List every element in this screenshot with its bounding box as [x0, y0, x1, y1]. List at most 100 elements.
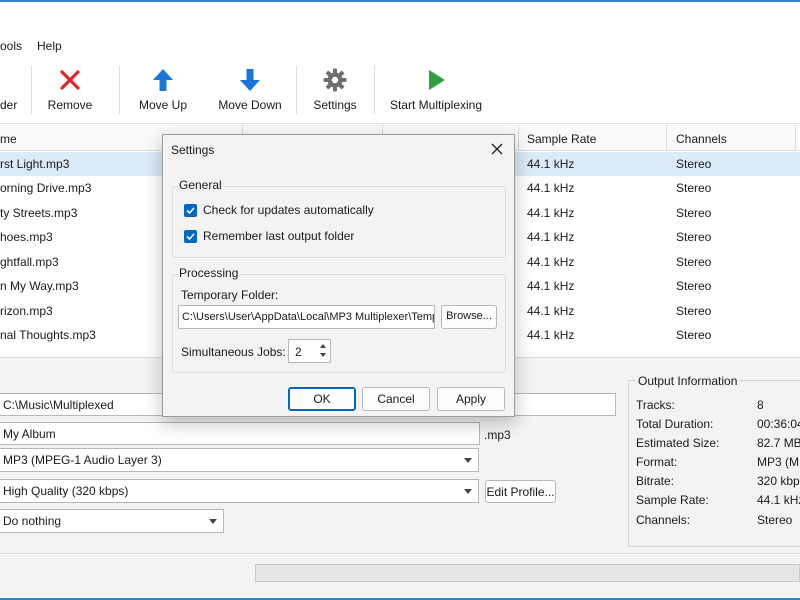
play-icon [429, 70, 445, 90]
edit-profile-button[interactable]: Edit Profile... [485, 480, 556, 503]
general-group-title: General [178, 178, 223, 192]
title-bar [0, 2, 800, 32]
settings-dialog: Settings General Check for updates autom… [162, 134, 515, 417]
menu-help[interactable]: Help [37, 39, 62, 53]
info-bitrate-label: Bitrate: [636, 474, 675, 488]
arrow-up-icon [153, 69, 173, 91]
info-sample-rate-label: Sample Rate: [636, 493, 709, 507]
toolbar-separator [374, 66, 375, 114]
move-down-button[interactable]: Move Down [214, 58, 286, 124]
gear-icon [323, 68, 347, 92]
info-sample-rate-value: 44.1 kHz [757, 493, 800, 507]
temp-folder-value: C:\Users\User\AppData\Local\MP3 Multiple… [182, 311, 435, 323]
track-sample-rate: 44.1 kHz [527, 328, 575, 342]
checkmark-icon [186, 207, 195, 215]
start-multiplexing-label: Start Multiplexing [389, 98, 483, 112]
info-tracks-value: 8 [757, 398, 764, 412]
move-up-button[interactable]: Move Up [132, 58, 194, 124]
jobs-label: Simultaneous Jobs: [181, 345, 286, 359]
checkmark-icon [186, 233, 195, 241]
settings-label: Settings [313, 98, 357, 112]
track-sample-rate: 44.1 kHz [527, 255, 575, 269]
temp-folder-label: Temporary Folder: [181, 288, 279, 302]
chevron-down-icon [464, 458, 472, 463]
remember-folder-checkbox[interactable] [184, 230, 197, 243]
track-channels: Stereo [676, 157, 712, 171]
track-sample-rate: 44.1 kHz [527, 304, 575, 318]
progress-bar [255, 564, 800, 582]
toolbar-separator [296, 66, 297, 114]
info-duration-label: Total Duration: [636, 417, 714, 431]
quality-dropdown[interactable]: High Quality (320 kbps) [0, 479, 479, 503]
track-channels: Stereo [676, 181, 712, 195]
info-bitrate-value: 320 kbps [757, 474, 800, 488]
remember-folder-label[interactable]: Remember last output folder [203, 229, 354, 243]
output-info-title: Output Information [636, 374, 740, 388]
output-filename-value: My Album [3, 427, 56, 441]
status-bar [0, 553, 800, 598]
track-name: ghtfall.mp3 [0, 255, 59, 269]
track-name: rst Light.mp3 [0, 157, 70, 171]
column-divider[interactable] [795, 125, 796, 151]
quality-dropdown-value: High Quality (320 kbps) [3, 484, 129, 498]
apply-button[interactable]: Apply [437, 387, 505, 411]
info-channels-label: Channels: [636, 513, 691, 527]
track-sample-rate: 44.1 kHz [527, 206, 575, 220]
track-name: n My Way.mp3 [0, 279, 79, 293]
file-extension-label: .mp3 [484, 428, 511, 442]
info-format-label: Format: [636, 455, 678, 469]
check-updates-label[interactable]: Check for updates automatically [203, 203, 374, 217]
temp-folder-input[interactable]: C:\Users\User\AppData\Local\MP3 Multiple… [178, 305, 435, 329]
general-group [172, 186, 506, 258]
track-channels: Stereo [676, 230, 712, 244]
after-conversion-dropdown[interactable]: Do nothing [0, 509, 224, 533]
remove-x-icon [60, 70, 80, 90]
column-channels-header[interactable]: Channels [676, 132, 727, 146]
track-channels: Stereo [676, 255, 712, 269]
ok-button[interactable]: OK [288, 387, 356, 411]
track-name: ty Streets.mp3 [0, 206, 78, 220]
close-icon[interactable] [489, 141, 505, 157]
cancel-button[interactable]: Cancel [362, 387, 430, 411]
track-sample-rate: 44.1 kHz [527, 157, 575, 171]
arrow-down-icon [240, 69, 260, 91]
spin-down-icon[interactable] [320, 353, 326, 357]
info-tracks-label: Tracks: [636, 398, 675, 412]
spin-up-icon[interactable] [320, 344, 326, 348]
remove-label: Remove [47, 98, 93, 112]
format-dropdown[interactable]: MP3 (MPEG-1 Audio Layer 3) [0, 448, 479, 472]
output-folder-value: C:\Music\Multiplexed [3, 398, 114, 412]
track-channels: Stereo [676, 206, 712, 220]
track-name: rizon.mp3 [0, 304, 53, 318]
track-name: nal Thoughts.mp3 [0, 328, 96, 342]
jobs-stepper[interactable]: 2 [288, 339, 331, 363]
info-duration-value: 00:36:04 [757, 417, 800, 431]
processing-group-title: Processing [178, 266, 240, 280]
track-channels: Stereo [676, 328, 712, 342]
column-name-header[interactable]: me [0, 132, 17, 146]
chevron-down-icon [464, 489, 472, 494]
after-conversion-value: Do nothing [3, 514, 62, 528]
check-updates-checkbox[interactable] [184, 204, 197, 217]
output-filename-field[interactable]: My Album [0, 422, 480, 445]
jobs-value: 2 [295, 345, 302, 359]
column-divider[interactable] [666, 125, 667, 151]
browse-button[interactable]: Browse... [441, 305, 497, 329]
info-channels-value: Stereo [757, 513, 793, 527]
move-up-label: Move Up [138, 98, 188, 112]
remove-button[interactable]: Remove [40, 58, 100, 124]
chevron-down-icon [209, 519, 217, 524]
track-sample-rate: 44.1 kHz [527, 181, 575, 195]
column-sample-rate-header[interactable]: Sample Rate [527, 132, 596, 146]
track-name: orning Drive.mp3 [0, 181, 92, 195]
settings-button[interactable]: Settings [308, 58, 362, 124]
start-multiplexing-button[interactable]: Start Multiplexing [388, 58, 484, 124]
menu-tools[interactable]: ools [0, 39, 22, 53]
column-divider[interactable] [518, 125, 519, 151]
track-name: hoes.mp3 [0, 230, 53, 244]
move-down-label: Move Down [218, 98, 282, 112]
format-dropdown-value: MP3 (MPEG-1 Audio Layer 3) [3, 453, 162, 467]
toolbar-separator [119, 66, 120, 114]
toolbar-separator [31, 66, 32, 114]
add-folder-button[interactable]: der [0, 58, 18, 124]
